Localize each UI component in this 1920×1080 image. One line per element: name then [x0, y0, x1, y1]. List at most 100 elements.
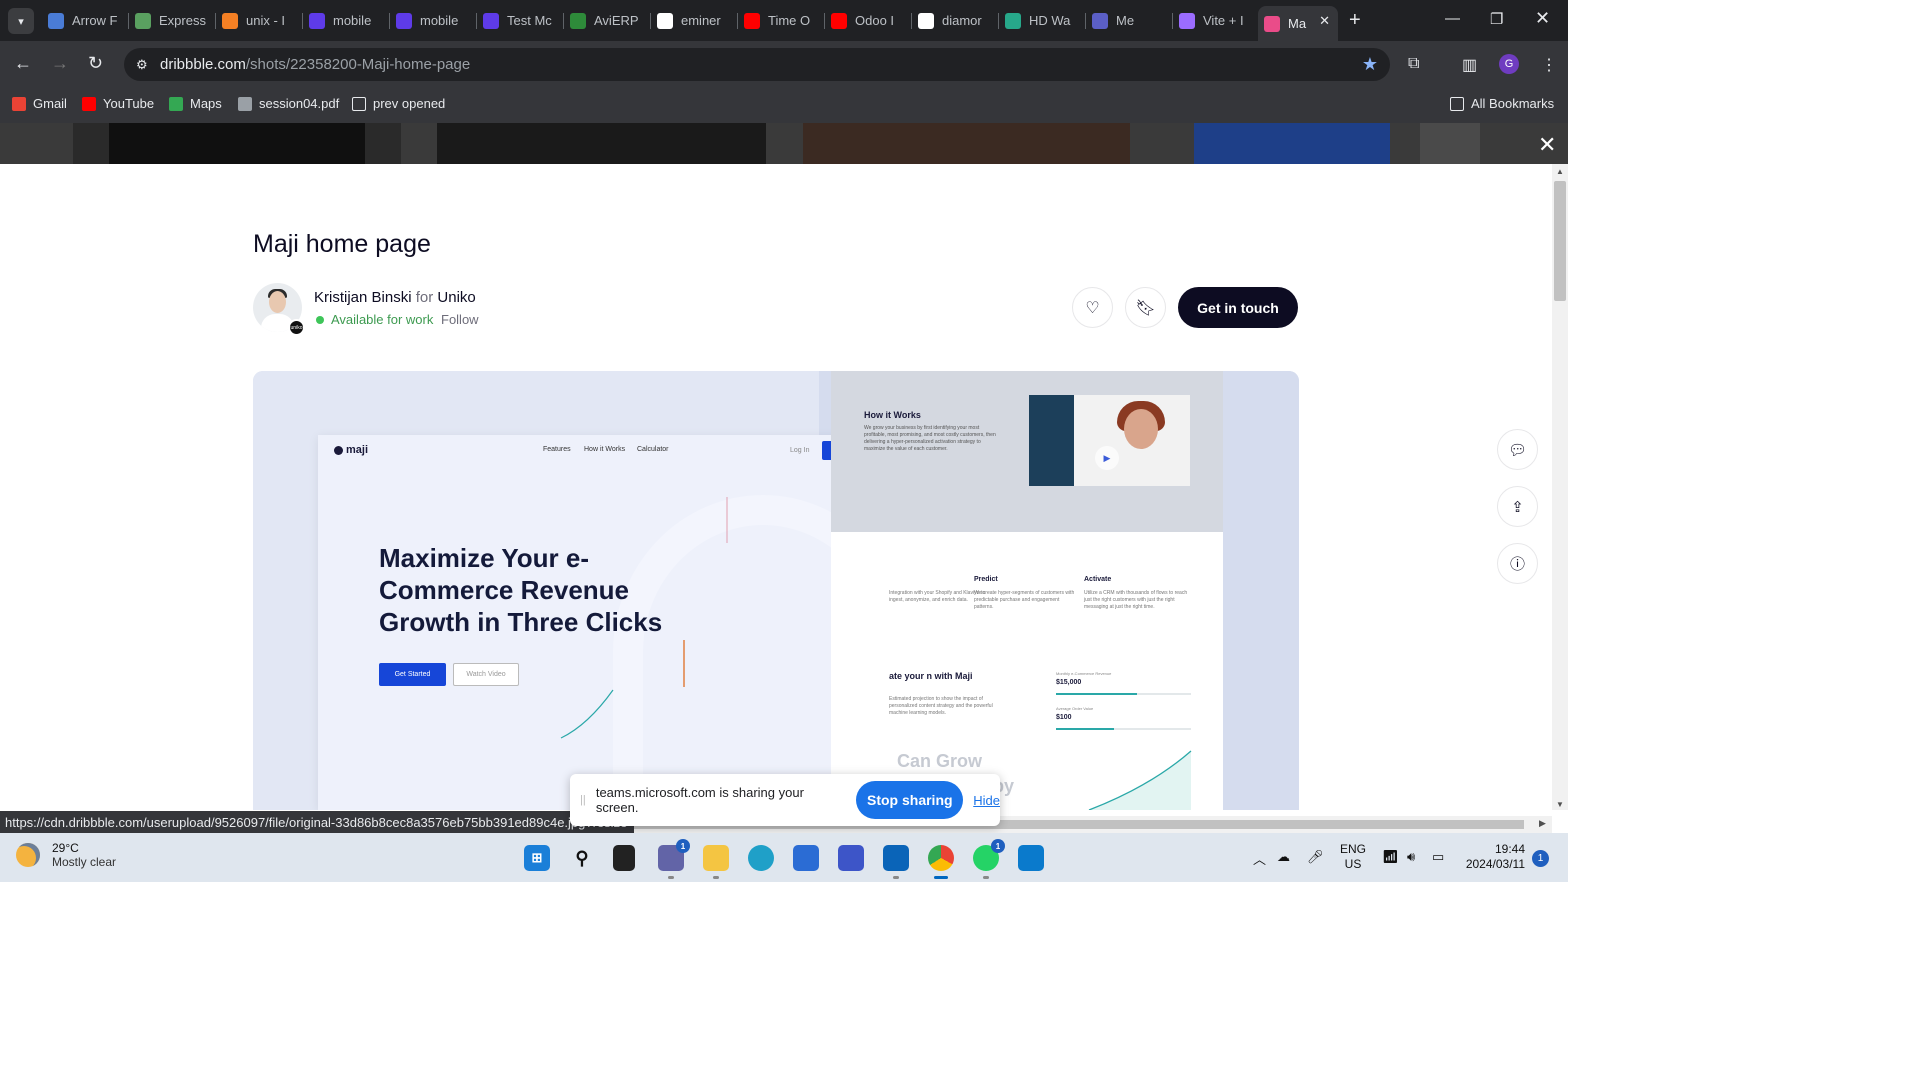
- hide-link[interactable]: Hide: [973, 793, 1000, 808]
- drag-handle-icon[interactable]: ||: [580, 794, 588, 806]
- bookmark-icon: [238, 96, 252, 111]
- bookmark-0[interactable]: Gmail: [12, 96, 67, 111]
- bookmark-icon: [352, 96, 366, 111]
- shot-image[interactable]: maji Features How it Works Calculator Lo…: [253, 371, 1299, 810]
- team-name[interactable]: Uniko: [437, 289, 475, 306]
- whatsapp-badge: 1: [991, 839, 1005, 853]
- address-bar[interactable]: ⚙ dribbble.com/shots/22358200-Maji-home-…: [124, 48, 1390, 81]
- search-icon[interactable]: ⚲: [569, 845, 595, 871]
- mock-aov-label: Average Order Value: [1056, 706, 1094, 711]
- tab-favicon-icon: [483, 12, 499, 29]
- bookmark-2[interactable]: Maps: [169, 96, 222, 111]
- new-tab-button[interactable]: +: [1349, 9, 1361, 32]
- author-name[interactable]: Kristijan Binski: [314, 289, 412, 306]
- tab-1[interactable]: Express: [129, 6, 216, 35]
- mock-big-text-1: Can Grow: [897, 751, 983, 771]
- bookmark-1[interactable]: YouTube: [82, 96, 154, 111]
- notification-badge[interactable]: 1: [1532, 850, 1549, 867]
- teams-icon[interactable]: 1: [658, 839, 690, 879]
- tab-10[interactable]: diamor: [912, 6, 999, 35]
- app-icon[interactable]: [838, 845, 864, 871]
- tab-5[interactable]: Test Mc: [477, 6, 564, 35]
- site-info-icon[interactable]: ⚙: [136, 57, 154, 73]
- info-button[interactable]: ⓘ: [1497, 543, 1538, 584]
- stop-sharing-button[interactable]: Stop sharing: [856, 781, 964, 819]
- url-path: /shots/22358200-Maji-home-page: [245, 56, 471, 73]
- teams-badge: 1: [676, 839, 690, 853]
- tab-0[interactable]: Arrow F: [42, 6, 129, 35]
- whatsapp-icon[interactable]: 1: [973, 839, 1005, 879]
- chrome-icon[interactable]: [928, 845, 954, 879]
- tab-7[interactable]: eminer: [651, 6, 738, 35]
- microphone-icon[interactable]: 🎤︎: [1307, 849, 1324, 865]
- bookmark-star-icon[interactable]: ★: [1362, 54, 1378, 75]
- bookmark-3[interactable]: session04.pdf: [238, 96, 339, 111]
- vertical-scrollbar[interactable]: ▲ ▼: [1552, 164, 1568, 810]
- close-modal-icon[interactable]: ✕: [1538, 132, 1556, 158]
- bookmark-icon: [12, 96, 26, 111]
- chevron-up-icon[interactable]: ︿: [1253, 849, 1266, 868]
- menu-icon[interactable]: ⋮: [1541, 55, 1557, 75]
- store-icon[interactable]: [793, 845, 819, 871]
- follow-link[interactable]: Follow: [441, 312, 479, 327]
- tab-close-icon[interactable]: ✕: [1319, 13, 1330, 29]
- wifi-icon[interactable]: 📶︎: [1382, 849, 1399, 865]
- extensions-icon[interactable]: ⧉: [1408, 55, 1419, 73]
- vscode-icon[interactable]: [1018, 845, 1044, 871]
- tab-14[interactable]: Ma ✕: [1258, 6, 1338, 41]
- tab-13[interactable]: Vite + I: [1173, 6, 1260, 35]
- volume-icon[interactable]: 🔊︎: [1407, 849, 1415, 865]
- back-button[interactable]: ←: [14, 53, 32, 74]
- tab-6[interactable]: AviERP: [564, 6, 651, 35]
- share-button[interactable]: ⇪: [1497, 486, 1538, 527]
- tab-title: AviERP: [594, 13, 639, 28]
- start-icon[interactable]: ⊞: [524, 845, 550, 871]
- all-bookmarks[interactable]: All Bookmarks: [1450, 96, 1554, 111]
- tab-search-button[interactable]: ▾: [8, 8, 34, 34]
- status-bar-url: https://cdn.dribbble.com/userupload/9526…: [0, 811, 634, 833]
- tab-favicon-icon: [309, 12, 325, 29]
- onedrive-icon[interactable]: ☁: [1277, 849, 1290, 865]
- tab-4[interactable]: mobile: [390, 6, 477, 35]
- get-in-touch-button[interactable]: Get in touch: [1178, 287, 1298, 328]
- taskbar: 29°C Mostly clear ⊞ ⚲ 1 1 ︿ ☁ 🎤︎ ENG US 📶︎…: [0, 833, 1568, 882]
- all-bookmarks-label: All Bookmarks: [1471, 96, 1555, 111]
- tab-11[interactable]: HD Wa: [999, 6, 1086, 35]
- tab-title: Me: [1116, 13, 1135, 28]
- tab-12[interactable]: Me: [1086, 6, 1173, 35]
- weather-widget[interactable]: 29°C Mostly clear: [16, 841, 116, 869]
- clock[interactable]: 19:44 2024/03/11: [1465, 842, 1525, 872]
- mock-nav-calculator: Calculator: [637, 446, 669, 453]
- info-icon: ⓘ: [1509, 556, 1525, 573]
- bookmark-icon: [82, 96, 96, 111]
- comments-button[interactable]: 💬︎: [1497, 429, 1538, 470]
- bookmark-4[interactable]: prev opened: [352, 96, 445, 111]
- like-button[interactable]: ♡: [1072, 287, 1113, 328]
- restore-button[interactable]: ❐: [1490, 10, 1503, 28]
- tab-9[interactable]: Odoo I: [825, 6, 912, 35]
- team-badge: uniko: [288, 319, 305, 336]
- weather-text: Mostly clear: [52, 855, 117, 869]
- language-indicator[interactable]: ENG US: [1340, 842, 1366, 872]
- file-explorer-icon[interactable]: [703, 845, 729, 879]
- edge-icon[interactable]: [748, 845, 774, 871]
- tab-8[interactable]: Time O: [738, 6, 825, 35]
- available-dot-icon: [316, 315, 324, 324]
- battery-icon[interactable]: ▭: [1432, 849, 1444, 865]
- tab-title: Ma: [1288, 16, 1307, 31]
- tab-3[interactable]: mobile: [303, 6, 390, 35]
- mock-login: Log In: [790, 447, 810, 454]
- tab-bar: ▾ Arrow F Express unix - I mobile mobile Test…: [0, 0, 1568, 41]
- reload-button[interactable]: ↻: [88, 53, 103, 74]
- side-panel-icon[interactable]: ▥: [1462, 55, 1477, 75]
- close-window-button[interactable]: ✕: [1535, 8, 1550, 29]
- save-button[interactable]: 🔖︎: [1125, 287, 1166, 328]
- outlook-icon[interactable]: [883, 845, 909, 879]
- minimize-button[interactable]: —: [1445, 10, 1460, 27]
- profile-avatar[interactable]: G: [1499, 54, 1519, 74]
- forward-button[interactable]: →: [51, 53, 69, 74]
- mock-video-thumb: ▶: [1029, 395, 1190, 486]
- tab-2[interactable]: unix - I: [216, 6, 303, 35]
- mock-col3-text: Utilize a CRM with thousands of flows to…: [1084, 590, 1188, 610]
- task-view-icon[interactable]: [613, 845, 635, 871]
